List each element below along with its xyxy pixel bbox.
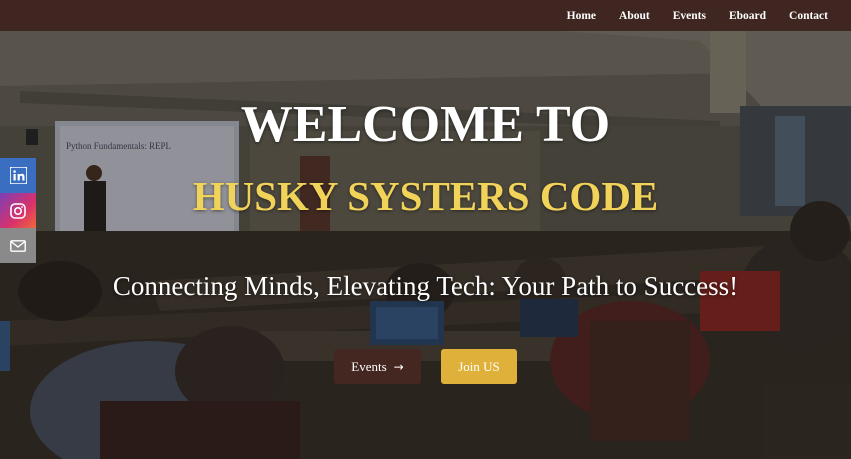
arrow-right-icon: → bbox=[393, 359, 404, 374]
instagram-icon[interactable] bbox=[0, 193, 36, 228]
nav-contact-link[interactable]: Contact bbox=[789, 10, 828, 22]
social-sidebar bbox=[0, 158, 36, 263]
join-us-button[interactable]: Join US bbox=[441, 349, 517, 384]
hero-content: WELCOME TO HUSKY SYSTERS CODE Connecting… bbox=[0, 31, 851, 459]
hero-welcome-heading: WELCOME TO bbox=[240, 96, 611, 153]
hero-club-name: HUSKY SYSTERS CODE bbox=[192, 173, 659, 219]
events-button-label: Events bbox=[351, 358, 387, 374]
top-navbar: Home About Events Eboard Contact bbox=[0, 0, 851, 31]
nav-events-link[interactable]: Events bbox=[673, 10, 706, 22]
hero-tagline: Connecting Minds, Elevating Tech: Your P… bbox=[112, 271, 739, 301]
events-button[interactable]: Events → bbox=[334, 349, 421, 384]
mail-icon[interactable] bbox=[0, 228, 36, 263]
linkedin-icon[interactable] bbox=[0, 158, 36, 193]
nav-about-link[interactable]: About bbox=[619, 10, 650, 22]
nav-home-link[interactable]: Home bbox=[567, 10, 596, 22]
hero-section: Python Fundamentals: REPL WELCOME TO HUS… bbox=[0, 31, 851, 459]
nav-eboard-link[interactable]: Eboard bbox=[729, 10, 766, 22]
